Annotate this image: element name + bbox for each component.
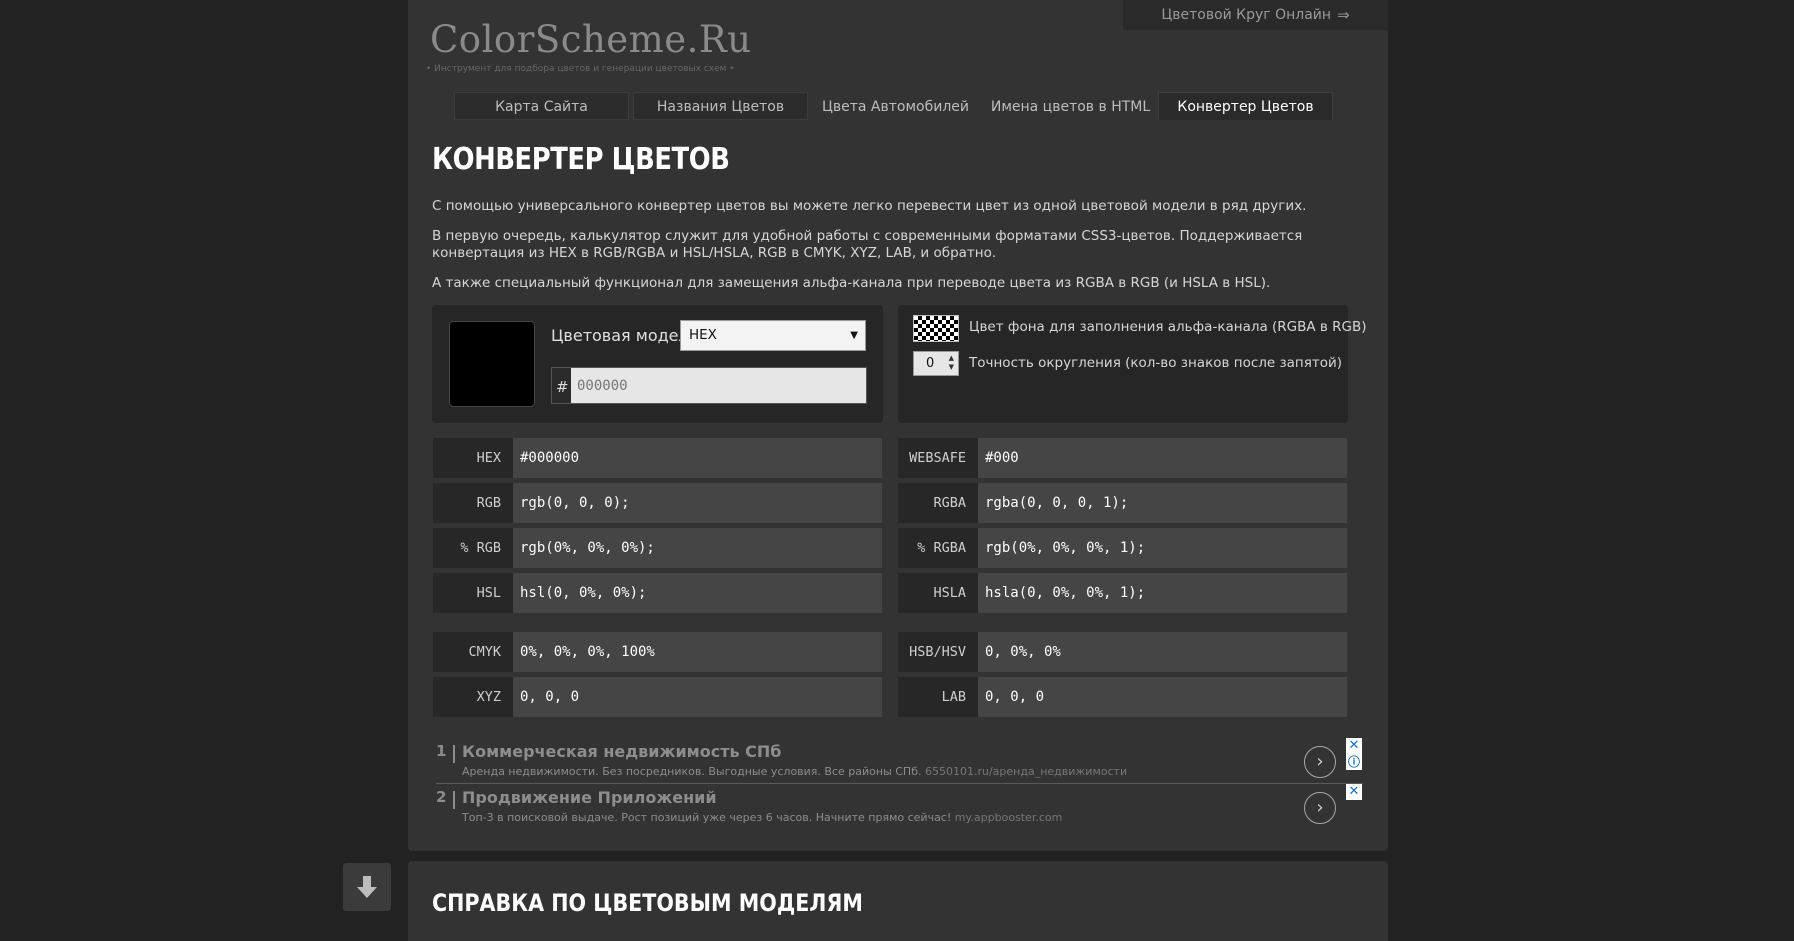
result-label: HSLA <box>898 573 978 613</box>
result-row-percent-rgba: % RGBA rgb(0%, 0%, 0%, 1); <box>898 528 1347 568</box>
color-model-select[interactable]: HEX ▼ <box>680 320 866 351</box>
result-value[interactable]: hsl(0, 0%, 0%); <box>513 573 882 613</box>
help-section-title: СПРАВКА ПО ЦВЕТОВЫМ МОДЕЛЯМ <box>432 889 863 917</box>
ad-info-icon[interactable]: ⓘ <box>1346 754 1362 770</box>
result-label: CMYK <box>433 632 513 672</box>
result-value[interactable]: #000 <box>978 438 1347 478</box>
intro-paragraph-3: А также специальный функционал для замещ… <box>432 275 1271 291</box>
result-row-hsl: HSL hsl(0, 0%, 0%); <box>433 573 882 613</box>
color-wheel-link[interactable]: Цветовой Круг Онлайн ⇒ <box>1123 0 1388 30</box>
result-label: % RGB <box>433 528 513 568</box>
color-wheel-link-label: Цветовой Круг Онлайн <box>1161 7 1332 23</box>
result-row-rgb: RGB rgb(0, 0, 0); <box>433 483 882 523</box>
intro-paragraph-2: В первую очередь, калькулятор служит для… <box>432 228 1303 261</box>
ad-divider <box>453 791 455 809</box>
result-value[interactable]: 0, 0, 0 <box>513 677 882 717</box>
ad-description-text: Топ-3 в поисковой выдаче. Рост позиций у… <box>462 811 952 824</box>
ad-number: 1 <box>436 742 447 760</box>
result-value[interactable]: rgba(0, 0, 0, 1); <box>978 483 1347 523</box>
color-value-input[interactable] <box>571 368 866 403</box>
ad-go-button[interactable]: › <box>1304 746 1336 778</box>
ad-description-text: Аренда недвижимости. Без посредников. Вы… <box>462 765 922 778</box>
nav-car-colors[interactable]: Цвета Автомобилей <box>808 92 983 120</box>
ad-description: Топ-3 в поисковой выдаче. Рост позиций у… <box>462 811 1062 824</box>
arrow-down-icon <box>357 876 377 898</box>
result-value[interactable]: rgb(0%, 0%, 0%, 1); <box>978 528 1347 568</box>
result-row-cmyk: CMYK 0%, 0%, 0%, 100% <box>433 632 882 672</box>
arrow-right-icon: ⇒ <box>1337 6 1350 24</box>
result-label: HSL <box>433 573 513 613</box>
ad-number: 2 <box>436 788 447 806</box>
result-value[interactable]: hsla(0, 0%, 0%, 1); <box>978 573 1347 613</box>
page-title: КОНВЕРТЕР ЦВЕТОВ <box>432 142 730 177</box>
result-value[interactable]: rgb(0%, 0%, 0%); <box>513 528 882 568</box>
result-row-xyz: XYZ 0, 0, 0 <box>433 677 882 717</box>
nav-sitemap[interactable]: Карта Сайта <box>454 92 629 120</box>
ad-block-2[interactable]: 2 Продвижение Приложений Топ-3 в поисков… <box>436 788 1356 828</box>
result-value[interactable]: rgb(0, 0, 0); <box>513 483 882 523</box>
ad-url[interactable]: my.appbooster.com <box>955 811 1063 824</box>
precision-stepper[interactable]: 0 ▲ ▼ <box>913 351 959 376</box>
stepper-arrows-icon[interactable]: ▲ ▼ <box>949 354 954 372</box>
ad-title[interactable]: Коммерческая недвижимость СПб <box>462 742 781 761</box>
ad-url[interactable]: 6550101.ru/аренда_недвижимости <box>925 765 1127 778</box>
result-value[interactable]: 0, 0, 0 <box>978 677 1347 717</box>
alpha-background-label: Цвет фона для заполнения альфа-канала (R… <box>969 319 1367 335</box>
result-row-websafe: WEBSAFE #000 <box>898 438 1347 478</box>
result-row-hex: HEX #000000 <box>433 438 882 478</box>
alpha-background-picker[interactable] <box>913 315 959 342</box>
result-row-percent-rgb: % RGB rgb(0%, 0%, 0%); <box>433 528 882 568</box>
result-label: HEX <box>433 438 513 478</box>
result-label: XYZ <box>433 677 513 717</box>
ad-close-icon[interactable]: ✕ <box>1346 784 1362 800</box>
color-model-selected: HEX <box>689 327 717 343</box>
ad-go-button[interactable]: › <box>1304 792 1336 824</box>
ad-description: Аренда недвижимости. Без посредников. Вы… <box>462 765 1127 778</box>
precision-value: 0 <box>926 356 935 371</box>
result-value[interactable]: 0%, 0%, 0%, 100% <box>513 632 882 672</box>
site-tagline: • Инструмент для подбора цветов и генера… <box>426 64 735 74</box>
result-row-rgba: RGBA rgba(0, 0, 0, 1); <box>898 483 1347 523</box>
nav-html-color-names[interactable]: Имена цветов в HTML <box>983 92 1158 120</box>
site-logo[interactable]: ColorScheme.Ru <box>430 18 752 61</box>
result-label: RGB <box>433 483 513 523</box>
nav-color-names[interactable]: Названия Цветов <box>633 92 808 120</box>
result-row-hsla: HSLA hsla(0, 0%, 0%, 1); <box>898 573 1347 613</box>
main-nav: Карта Сайта Названия Цветов Цвета Автомо… <box>454 92 1338 122</box>
chevron-down-icon: ▼ <box>850 330 858 341</box>
result-value[interactable]: 0, 0%, 0% <box>978 632 1347 672</box>
result-row-lab: LAB 0, 0, 0 <box>898 677 1347 717</box>
ad-close-icon[interactable]: ✕ <box>1346 738 1362 754</box>
result-label: WEBSAFE <box>898 438 978 478</box>
intro-paragraph-1: С помощью универсального конвертер цвето… <box>432 198 1307 214</box>
hash-prefix: # <box>556 378 569 396</box>
ad-separator <box>436 783 1363 784</box>
result-label: RGBA <box>898 483 978 523</box>
ad-divider <box>453 745 455 763</box>
result-row-hsb-hsv: HSB/HSV 0, 0%, 0% <box>898 632 1347 672</box>
ad-block-1[interactable]: 1 Коммерческая недвижимость СПб Аренда н… <box>436 742 1356 782</box>
nav-color-converter[interactable]: Конвертер Цветов <box>1158 92 1333 120</box>
result-label: LAB <box>898 677 978 717</box>
precision-label: Точность округления (кол-во знаков после… <box>969 355 1343 371</box>
main-panel <box>408 0 1388 851</box>
result-label: HSB/HSV <box>898 632 978 672</box>
scroll-down-button[interactable] <box>343 863 391 911</box>
result-value[interactable]: #000000 <box>513 438 882 478</box>
ad-title[interactable]: Продвижение Приложений <box>462 788 717 807</box>
result-label: % RGBA <box>898 528 978 568</box>
color-swatch[interactable] <box>449 321 535 407</box>
